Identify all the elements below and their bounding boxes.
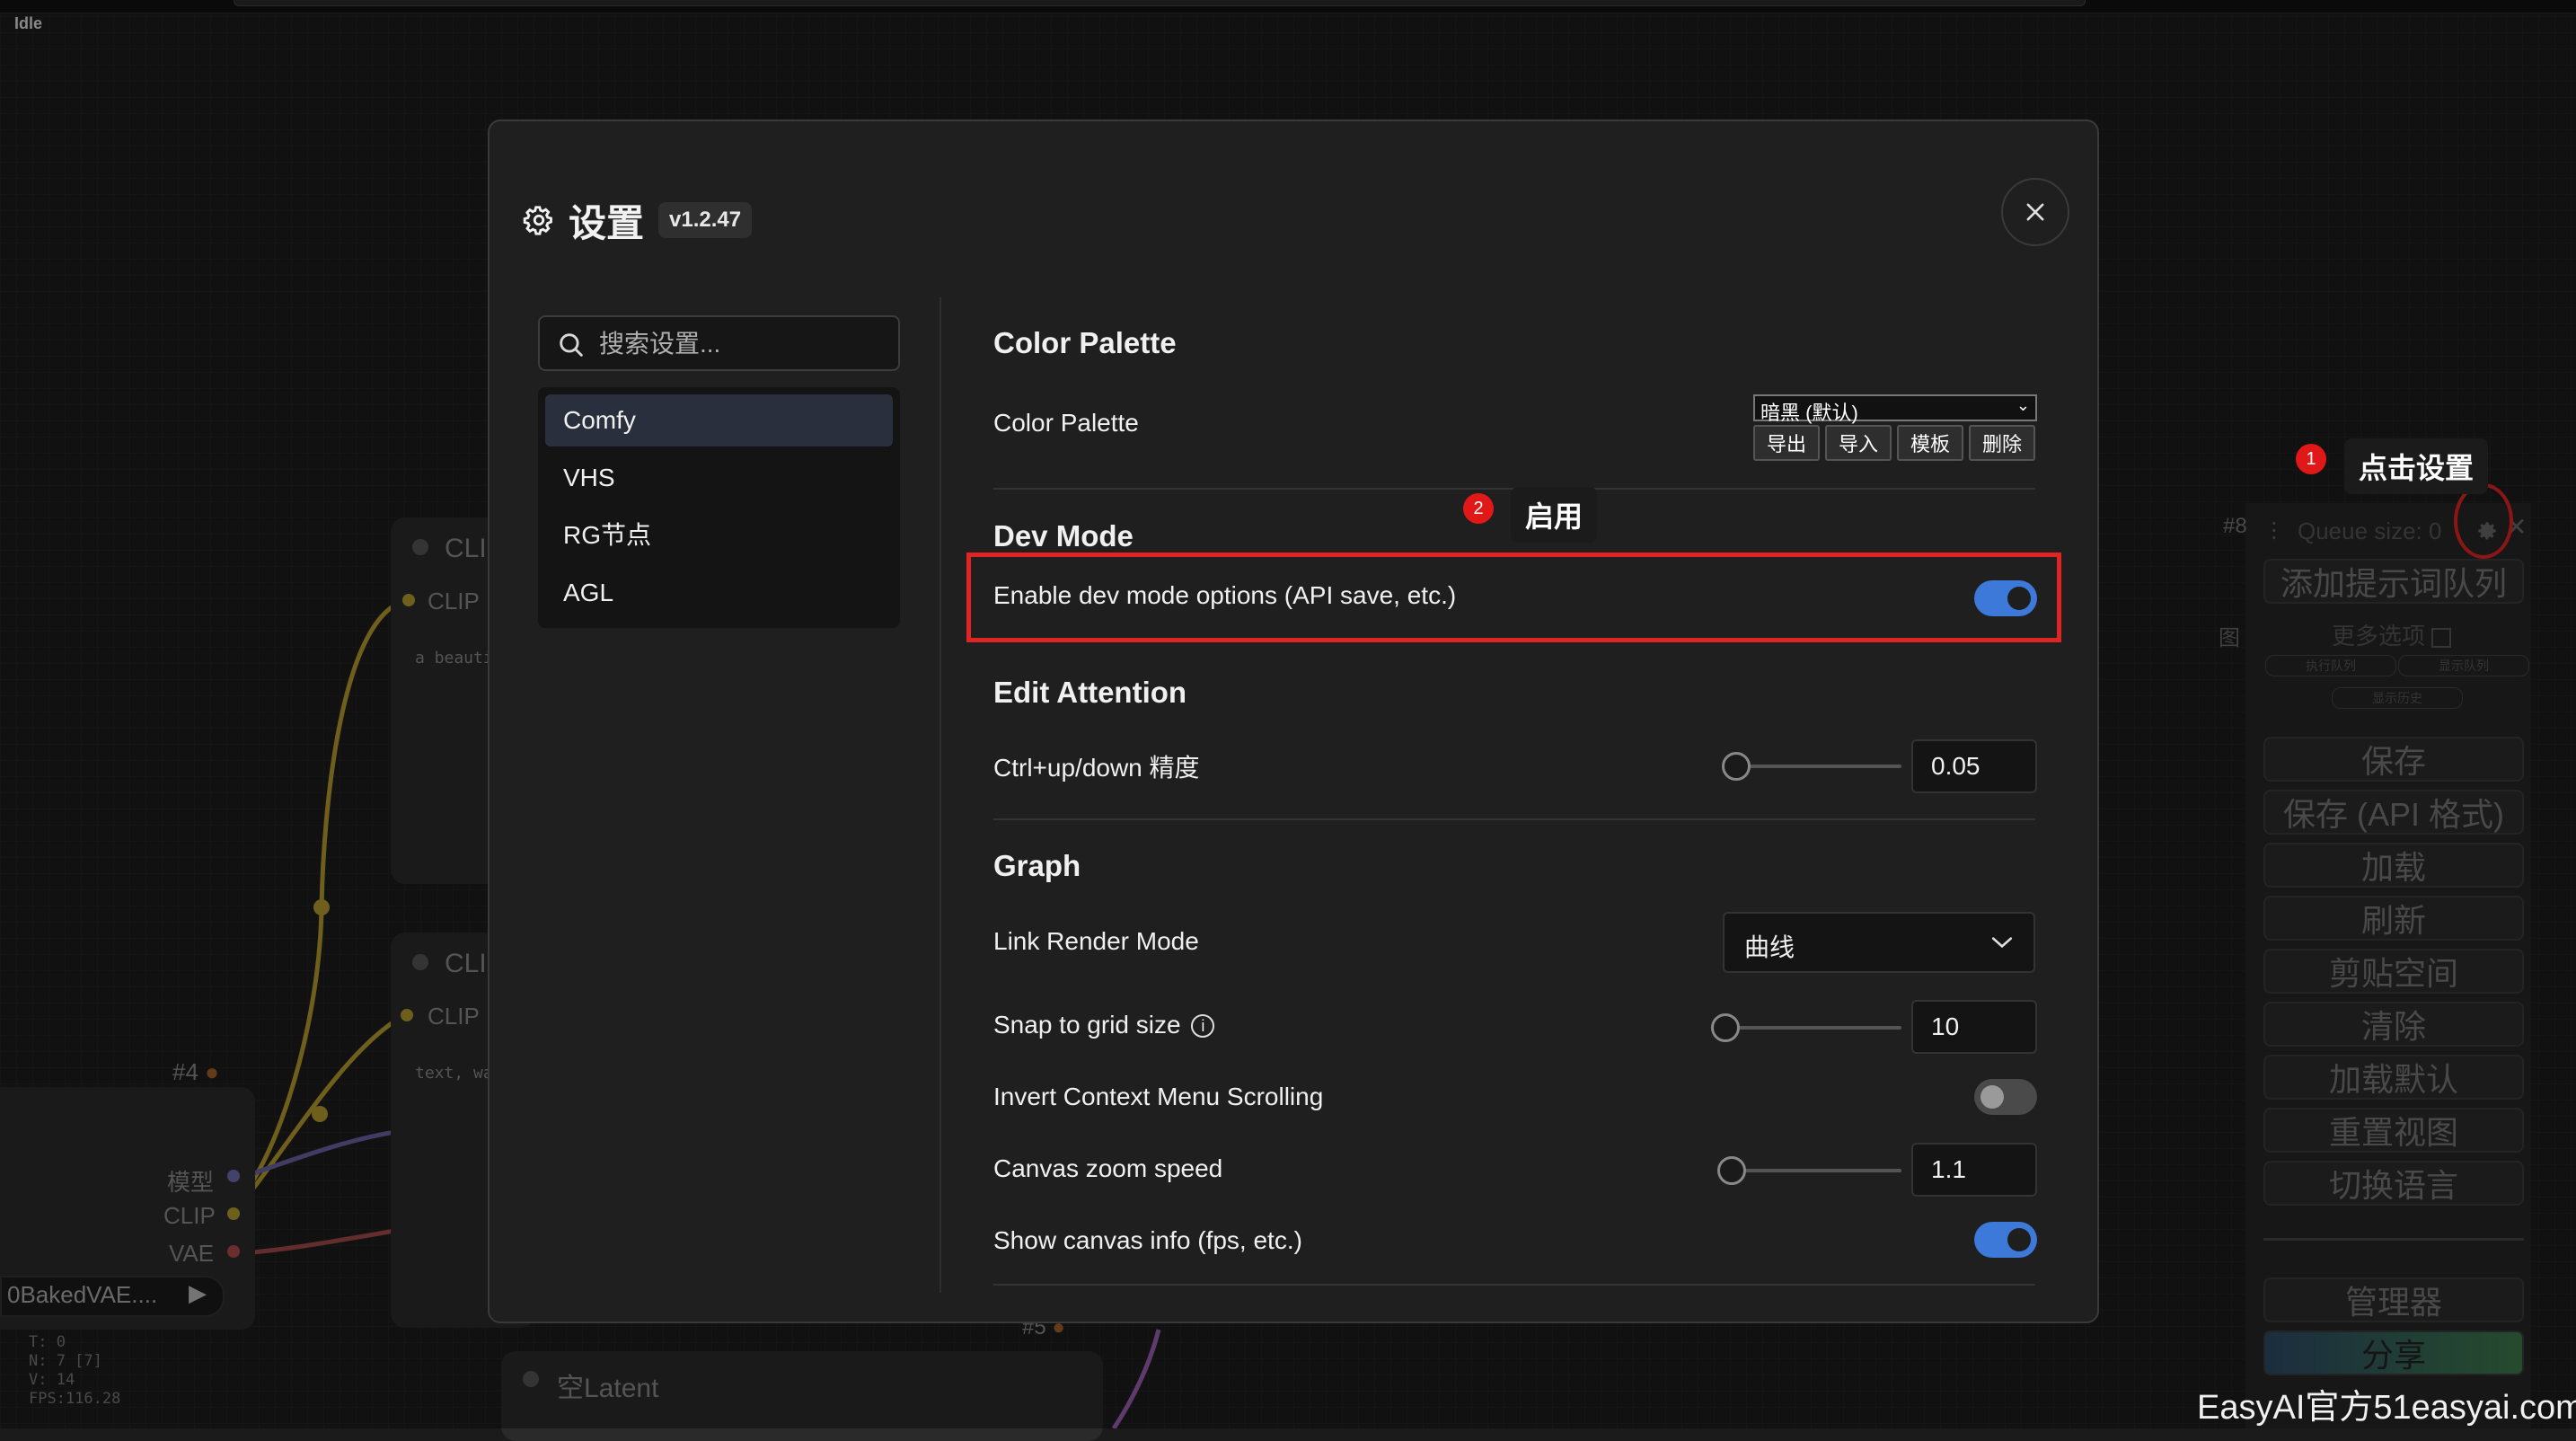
section-graph: Graph	[993, 849, 1081, 882]
step-tip-click-settings: 点击设置	[2344, 438, 2489, 494]
import-palette-button[interactable]: 导入	[1825, 425, 1892, 461]
snap-to-grid-label: Snap to grid size i	[993, 1011, 1215, 1039]
watermark: EasyAI官方51easyai.com	[2197, 1389, 2576, 1427]
section-dev-mode: Dev Mode	[993, 519, 1134, 553]
color-palette-select[interactable]: 暗黑 (默认) ⌄	[1753, 394, 2037, 424]
color-palette-label: Color Palette	[993, 409, 1139, 437]
chevron-down-icon	[1991, 937, 2013, 949]
dialog-title: 设置	[569, 201, 645, 244]
search-icon	[560, 333, 583, 357]
close-button[interactable]	[2001, 178, 2069, 246]
edit-attention-slider-thumb[interactable]	[1722, 752, 1751, 781]
zoom-speed-input[interactable]: 1.1	[1911, 1143, 2037, 1197]
close-icon	[2026, 203, 2044, 221]
category-list: Comfy VHS RG节点 AGL	[538, 387, 900, 628]
category-comfy[interactable]: Comfy	[545, 394, 893, 446]
step-tip-enable: 启用	[1511, 487, 1598, 543]
vertical-divider	[940, 297, 941, 1293]
info-icon[interactable]: i	[1191, 1014, 1215, 1038]
zoom-speed-slider-thumb[interactable]	[1717, 1156, 1746, 1185]
step-badge-1: 1	[2296, 444, 2326, 474]
edit-attention-input[interactable]: 0.05	[1911, 739, 2037, 793]
section-color-palette: Color Palette	[993, 326, 1177, 359]
link-render-mode-label: Link Render Mode	[993, 927, 1199, 955]
show-canvas-info-toggle[interactable]	[1974, 1222, 2037, 1258]
dev-mode-highlight-box	[966, 553, 2061, 642]
canvas-zoom-speed-label: Canvas zoom speed	[993, 1154, 1223, 1182]
category-agl[interactable]: AGL	[545, 567, 893, 619]
snap-grid-slider-track[interactable]	[1727, 1026, 1901, 1030]
category-rg[interactable]: RG节点	[545, 509, 893, 561]
show-canvas-info-label: Show canvas info (fps, etc.)	[993, 1226, 1302, 1254]
snap-grid-input[interactable]: 10	[1911, 1000, 2037, 1054]
version-badge: v1.2.47	[658, 202, 753, 238]
settings-dialog: 设置 v1.2.47 Comfy VHS RG节点 AGL Color Pale…	[488, 119, 2099, 1323]
step-badge-2: 2	[1463, 493, 1494, 524]
invert-context-menu-label: Invert Context Menu Scrolling	[993, 1083, 1324, 1110]
divider	[993, 818, 2035, 820]
chevron-down-icon: ⌄	[2016, 396, 2030, 414]
template-palette-button[interactable]: 模板	[1897, 425, 1963, 461]
edit-attention-slider-track[interactable]	[1736, 765, 1901, 768]
zoom-speed-slider-track[interactable]	[1733, 1169, 1901, 1172]
invert-context-menu-toggle[interactable]	[1974, 1079, 2037, 1115]
category-vhs[interactable]: VHS	[545, 452, 893, 504]
search-input[interactable]	[597, 323, 888, 366]
gear-icon	[523, 206, 552, 235]
delete-palette-button[interactable]: 删除	[1969, 425, 2035, 461]
divider	[993, 1284, 2035, 1286]
edit-attention-label: Ctrl+up/down 精度	[993, 754, 1200, 782]
search-box	[538, 315, 900, 371]
section-edit-attention: Edit Attention	[993, 676, 1187, 709]
link-render-mode-select[interactable]: 曲线	[1723, 912, 2035, 973]
export-palette-button[interactable]: 导出	[1753, 425, 1820, 461]
dialog-header: 设置 v1.2.47	[522, 191, 753, 249]
snap-grid-slider-thumb[interactable]	[1711, 1013, 1740, 1042]
